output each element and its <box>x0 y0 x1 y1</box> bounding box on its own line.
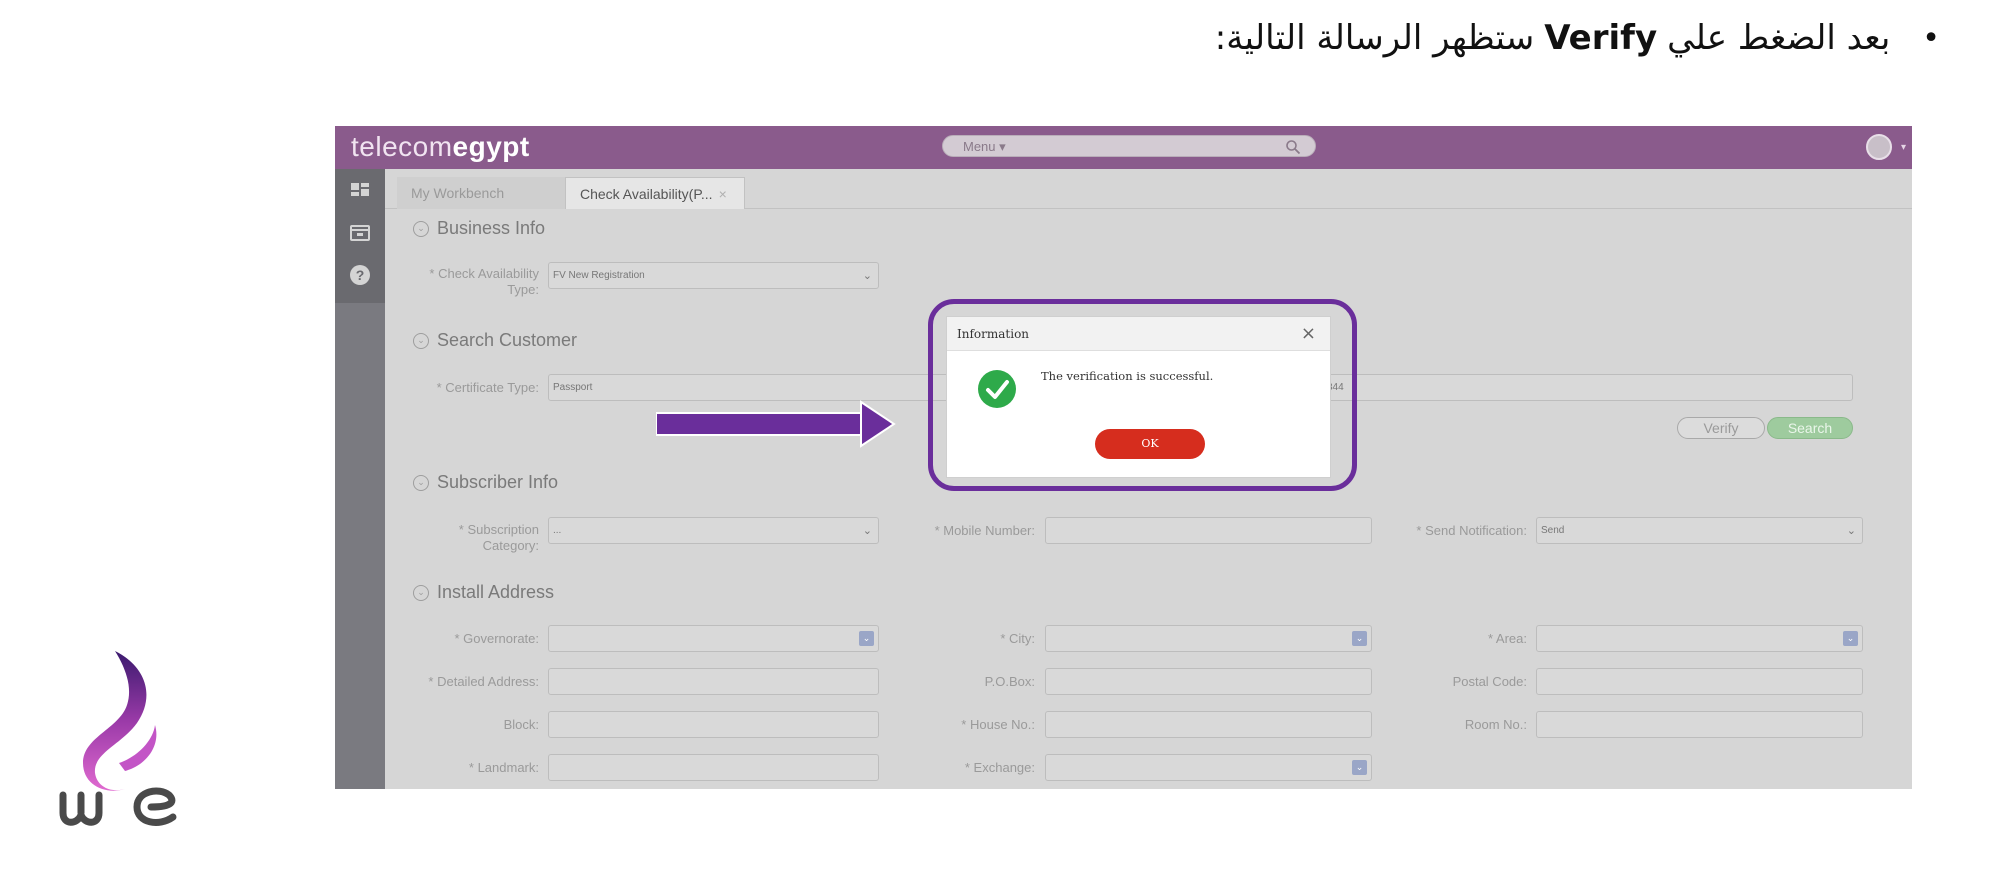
heading-text-before: بعد الضغط علي <box>1667 18 1891 58</box>
collapse-icon[interactable]: ⌄ <box>413 474 429 491</box>
chevron-down-icon: ⌄ <box>862 270 872 282</box>
subscription-category-label: * Subscription Category: <box>458 522 539 553</box>
tab-check-availability[interactable]: Check Availability(P... × <box>565 177 745 209</box>
chevron-down-icon: ⌄ <box>1846 525 1856 537</box>
field-value: Passport <box>553 382 593 393</box>
close-icon[interactable]: × <box>1301 323 1316 344</box>
heading-bold-word: Verify <box>1544 18 1658 58</box>
tab-label: Check Availability(P... <box>580 186 713 202</box>
collapse-icon[interactable]: ⌄ <box>413 220 429 237</box>
send-notification-label: * Send Notification: <box>1416 523 1527 538</box>
po-box-label: P.O.Box: <box>984 674 1035 689</box>
chevron-down-icon[interactable]: ⌄ <box>1843 631 1858 646</box>
collapse-icon[interactable]: ⌄ <box>413 332 429 349</box>
menu-search-bar[interactable]: Menu ▾ <box>942 135 1316 157</box>
chevron-down-icon: ⌄ <box>862 525 872 537</box>
dialog-title: Information <box>957 327 1030 341</box>
area-select[interactable]: ⌄ <box>1536 625 1863 652</box>
field-value: ... <box>553 525 562 536</box>
verify-button[interactable]: Verify <box>1677 417 1765 439</box>
detailed-address-label: * Detailed Address: <box>428 674 539 689</box>
dialog-header: Information × <box>947 317 1330 351</box>
section-business-info[interactable]: ⌄ Business Info <box>413 218 545 239</box>
section-title-text: Business Info <box>437 218 546 238</box>
block-label: Block: <box>503 717 539 732</box>
city-label: * City: <box>1000 631 1035 646</box>
room-no-label: Room No.: <box>1464 717 1527 732</box>
detailed-address-input[interactable] <box>548 668 879 695</box>
ok-button[interactable]: OK <box>1095 429 1205 459</box>
house-no-label: * House No.: <box>961 717 1035 732</box>
chevron-down-icon[interactable]: ⌄ <box>1352 760 1367 775</box>
search-button[interactable]: Search <box>1767 417 1853 439</box>
tab-my-workbench[interactable]: My Workbench <box>397 177 567 209</box>
chevron-down-icon[interactable]: ⌄ <box>859 631 874 646</box>
landmark-label: * Landmark: <box>468 760 539 775</box>
area-label: * Area: <box>1487 631 1527 646</box>
mobile-number-label: * Mobile Number: <box>934 523 1035 538</box>
left-nav: ? <box>335 169 385 789</box>
help-icon[interactable]: ? <box>348 263 372 287</box>
success-check-icon <box>978 370 1016 408</box>
postal-code-input[interactable] <box>1536 668 1863 695</box>
mobile-number-input[interactable] <box>1045 517 1372 544</box>
collapse-icon[interactable]: ⌄ <box>413 584 429 601</box>
pointer-arrow <box>656 400 896 448</box>
search-icon[interactable] <box>1285 139 1301 155</box>
bullet: • <box>1922 20 1940 56</box>
send-notification-select[interactable]: Send ⌄ <box>1536 517 1863 544</box>
avatar[interactable] <box>1866 134 1892 160</box>
governorate-select[interactable]: ⌄ <box>548 625 879 652</box>
section-install-address[interactable]: ⌄ Install Address <box>413 582 554 603</box>
chevron-down-icon[interactable]: ▾ <box>1901 142 1906 153</box>
room-no-input[interactable] <box>1536 711 1863 738</box>
we-logo <box>59 651 177 826</box>
information-dialog: Information × The verification is succes… <box>946 316 1331 478</box>
house-no-input[interactable] <box>1045 711 1372 738</box>
subscription-category-select[interactable]: ... ⌄ <box>548 517 879 544</box>
section-title-text: Search Customer <box>437 330 578 350</box>
field-value: Send <box>1541 525 1565 536</box>
section-title-text: Subscriber Info <box>437 472 559 492</box>
top-bar: telecomegypt Menu ▾ ▾ <box>335 126 1912 169</box>
heading-text-after: ستظهر الرسالة التالية: <box>1214 18 1535 58</box>
telecom-egypt-logo: telecomegypt <box>351 131 530 163</box>
landmark-input[interactable] <box>548 754 879 781</box>
close-icon[interactable]: × <box>719 186 727 202</box>
block-input[interactable] <box>548 711 879 738</box>
svg-text:?: ? <box>356 267 365 283</box>
menu-label[interactable]: Menu ▾ <box>963 139 1006 155</box>
logo-bold: egypt <box>452 131 530 162</box>
instruction-heading: • بعد الضغط علي Verify ستظهر الرسالة الت… <box>1215 18 1940 58</box>
check-availability-type-select[interactable]: FV New Registration ⌄ <box>548 262 879 289</box>
section-search-customer[interactable]: ⌄ Search Customer <box>413 330 577 351</box>
inbox-icon[interactable] <box>348 221 372 245</box>
tab-bar: My Workbench Check Availability(P... × <box>385 169 1912 209</box>
section-subscriber-info[interactable]: ⌄ Subscriber Info <box>413 472 558 493</box>
check-availability-type-label: * Check Availability Type: <box>429 266 539 297</box>
exchange-label: * Exchange: <box>964 760 1035 775</box>
chevron-down-icon[interactable]: ⌄ <box>1352 631 1367 646</box>
slide: • بعد الضغط علي Verify ستظهر الرسالة الت… <box>0 0 2000 881</box>
po-box-input[interactable] <box>1045 668 1372 695</box>
city-select[interactable]: ⌄ <box>1045 625 1372 652</box>
dashboard-icon[interactable] <box>348 179 372 203</box>
governorate-label: * Governorate: <box>454 631 539 646</box>
section-title-text: Install Address <box>437 582 555 602</box>
logo-light: telecom <box>351 131 453 162</box>
exchange-select[interactable]: ⌄ <box>1045 754 1372 781</box>
dialog-message: The verification is successful. <box>1041 369 1214 383</box>
certificate-type-label: * Certificate Type: <box>436 380 539 395</box>
field-value: FV New Registration <box>553 270 645 281</box>
postal-code-label: Postal Code: <box>1452 674 1527 689</box>
